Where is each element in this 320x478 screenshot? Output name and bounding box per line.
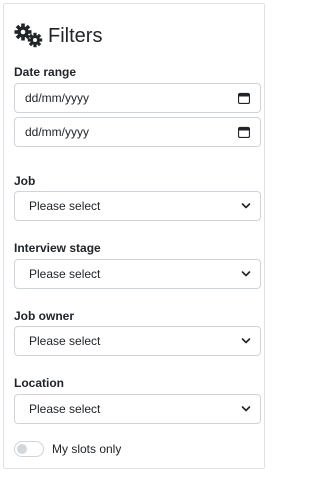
chevron-down-icon xyxy=(241,338,251,344)
date-from-input[interactable]: dd/mm/yyyy xyxy=(14,83,261,113)
calendar-icon[interactable] xyxy=(238,92,250,104)
chevron-down-icon xyxy=(241,203,251,209)
interview-stage-select[interactable]: Please select xyxy=(14,259,261,289)
interview-stage-label: Interview stage xyxy=(14,241,101,255)
job-owner-select-value: Please select xyxy=(29,334,101,348)
filters-title: Filters xyxy=(14,21,102,51)
date-to-input[interactable]: dd/mm/yyyy xyxy=(14,117,261,147)
job-owner-select[interactable]: Please select xyxy=(14,326,261,356)
location-label: Location xyxy=(14,376,64,390)
chevron-down-icon xyxy=(241,406,251,412)
page-title: Filters xyxy=(48,24,103,47)
location-select-value: Please select xyxy=(29,402,101,416)
job-select[interactable]: Please select xyxy=(14,191,261,221)
filters-panel: Filters Date range dd/mm/yyyy dd/mm/yyyy… xyxy=(3,3,265,469)
job-label: Job xyxy=(14,174,36,188)
my-slots-toggle-row: My slots only xyxy=(14,441,121,457)
date-from-placeholder: dd/mm/yyyy xyxy=(25,91,90,105)
my-slots-label[interactable]: My slots only xyxy=(52,442,121,456)
toggle-knob xyxy=(17,444,27,454)
job-owner-label: Job owner xyxy=(14,309,75,323)
date-range-label: Date range xyxy=(14,65,77,79)
my-slots-toggle[interactable] xyxy=(14,441,44,457)
chevron-down-icon xyxy=(241,271,251,277)
gears-icon xyxy=(14,23,43,48)
interview-stage-select-value: Please select xyxy=(29,267,101,281)
calendar-icon[interactable] xyxy=(238,126,250,138)
date-to-placeholder: dd/mm/yyyy xyxy=(25,125,90,139)
job-select-value: Please select xyxy=(29,199,101,213)
location-select[interactable]: Please select xyxy=(14,394,261,424)
